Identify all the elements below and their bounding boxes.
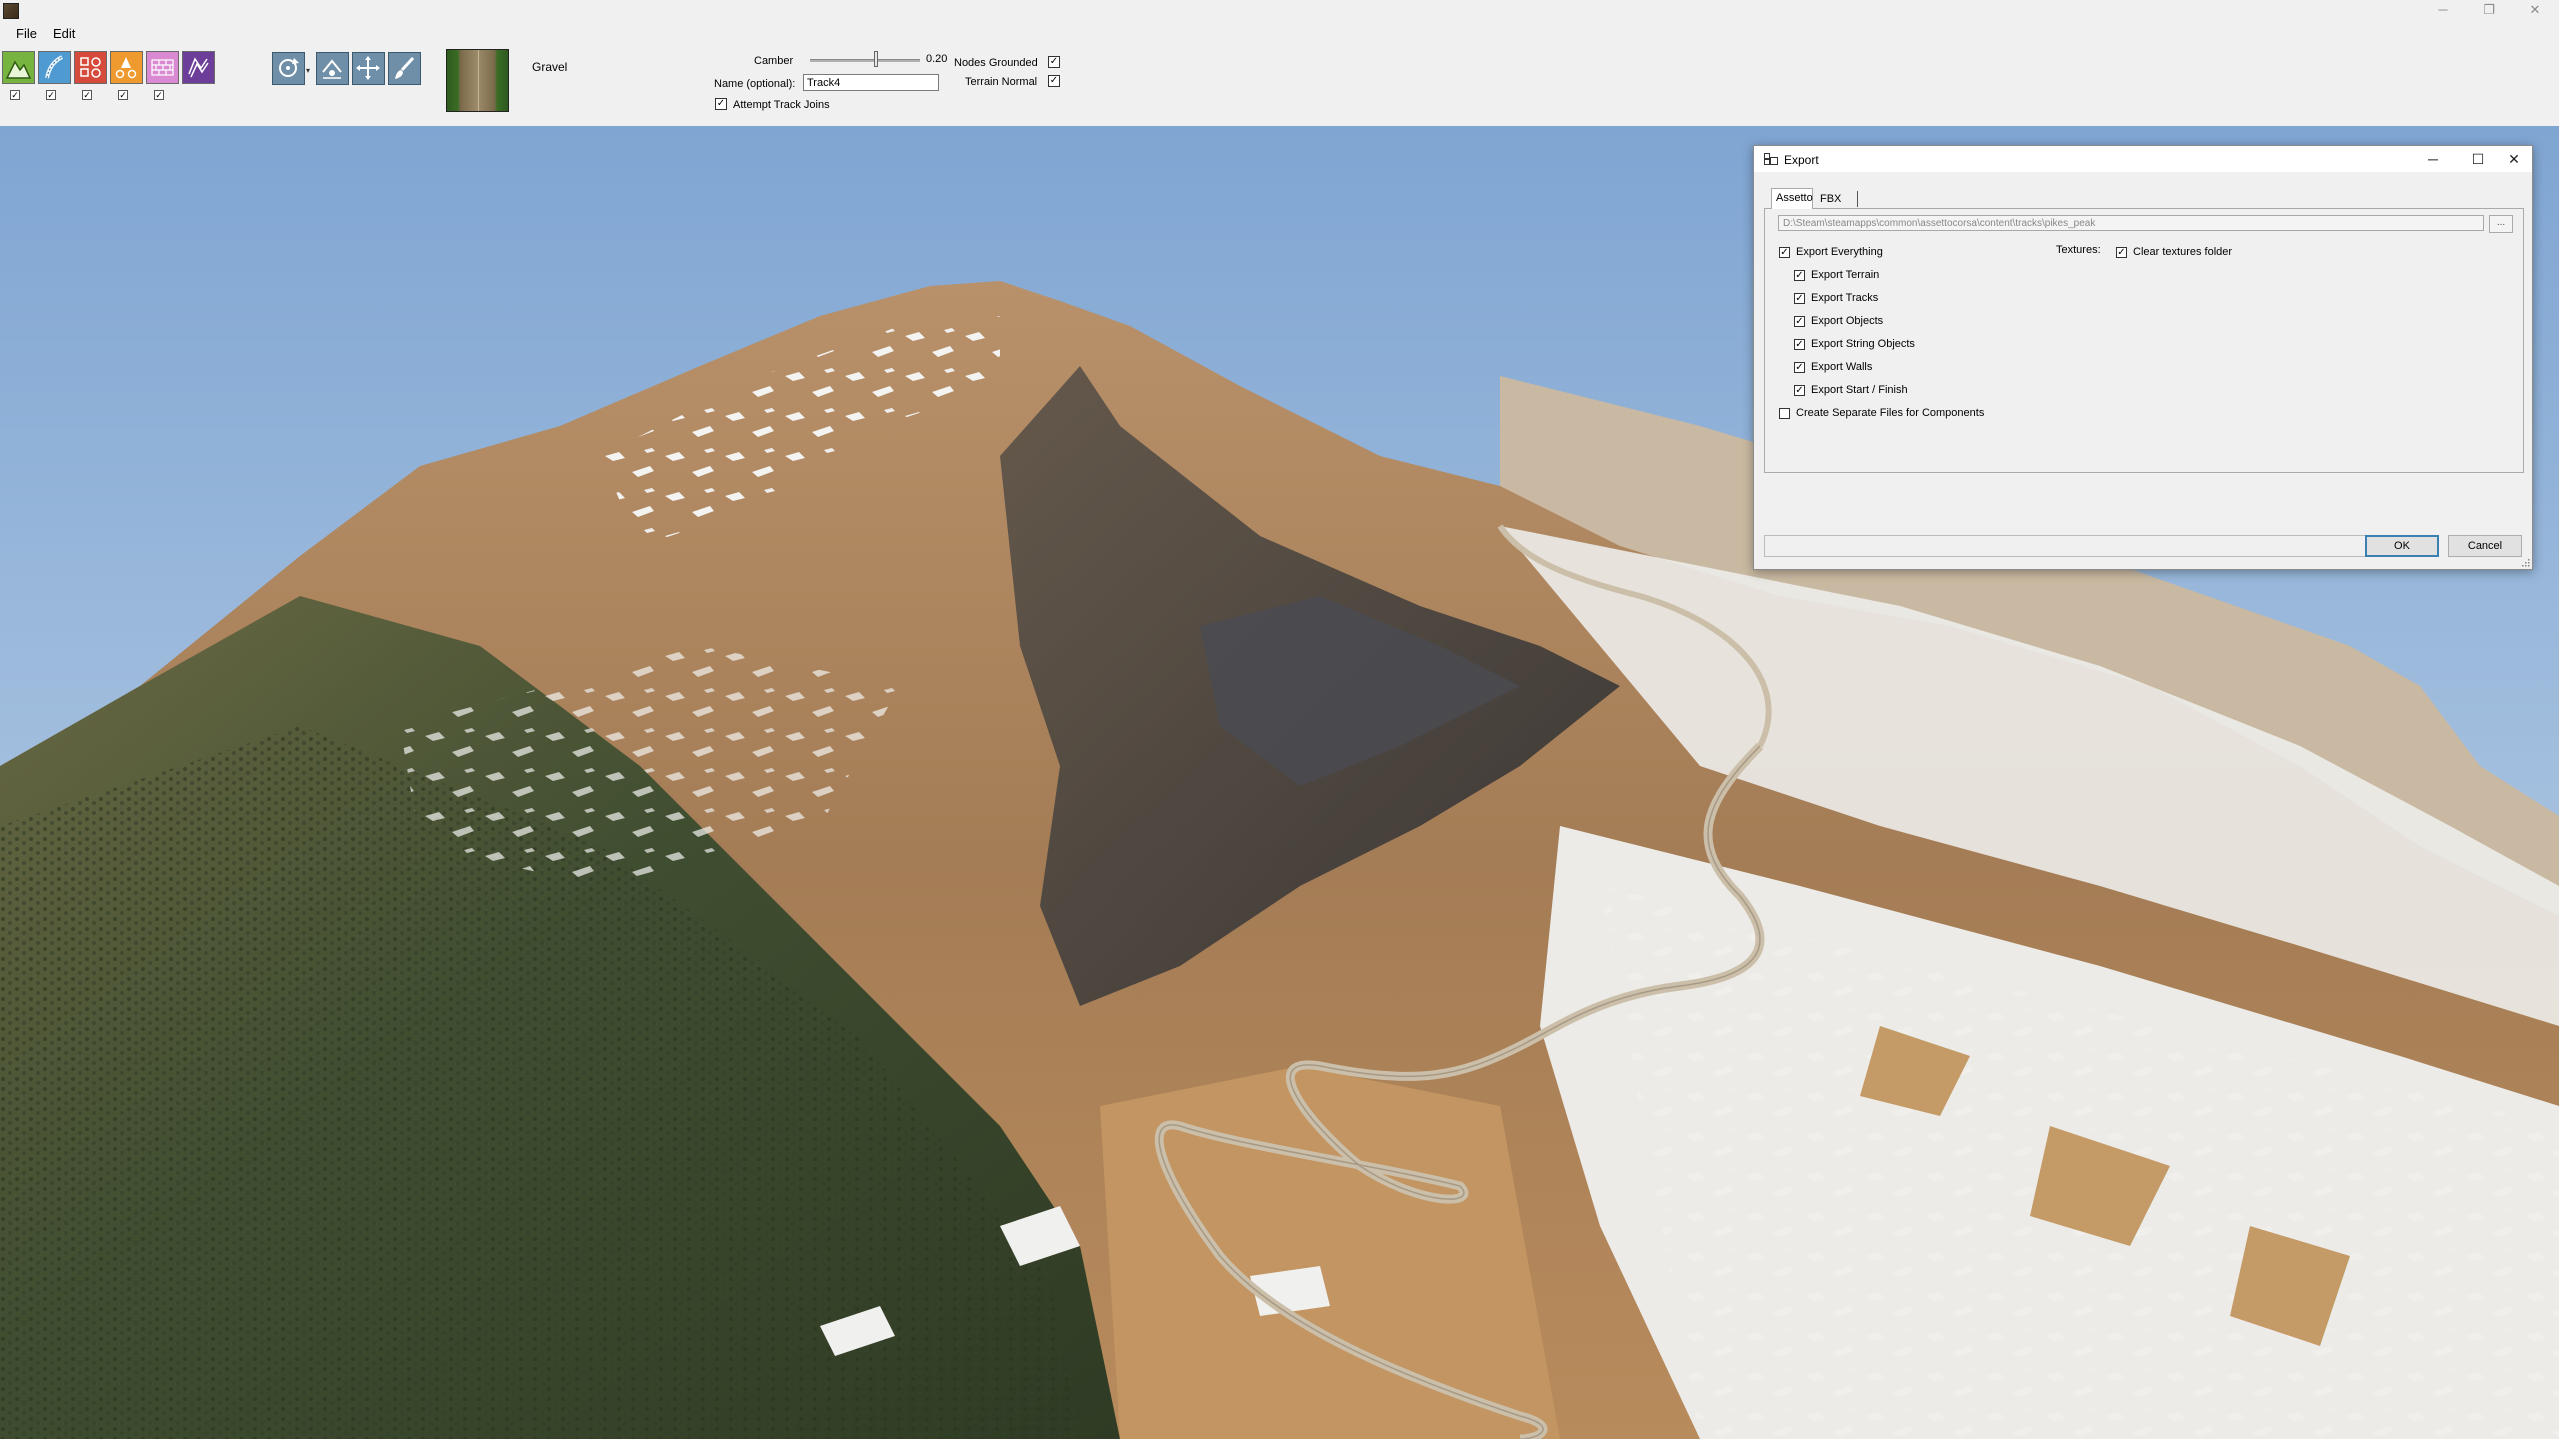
camera-dropdown-icon[interactable]: ▾ <box>306 66 310 75</box>
export-tracks-label: Export Tracks <box>1811 292 1879 304</box>
export-everything-option[interactable]: ✓ Export Everything <box>1779 245 1883 259</box>
export-terrain-checkbox[interactable]: ✓ <box>1794 269 1805 281</box>
tab-separator <box>1857 191 1858 207</box>
export-tracks-option[interactable]: ✓ Export Tracks <box>1794 291 1878 305</box>
export-objects-checkbox[interactable]: ✓ <box>1794 315 1805 327</box>
nodes-grounded-checkbox[interactable]: ✓ <box>1048 56 1060 68</box>
export-everything-label: Export Everything <box>1796 246 1883 258</box>
fly-camera-button[interactable] <box>316 52 349 85</box>
cancel-button[interactable]: Cancel <box>2448 535 2522 557</box>
camber-slider-track[interactable] <box>810 59 920 62</box>
clear-textures-label: Clear textures folder <box>2133 246 2233 258</box>
attempt-track-joins-label: Attempt Track Joins <box>733 99 830 111</box>
orbit-camera-icon <box>279 58 299 77</box>
camber-slider-thumb[interactable] <box>874 51 878 67</box>
export-walls-checkbox[interactable]: ✓ <box>1794 361 1805 373</box>
walls-tool-button[interactable] <box>146 51 179 84</box>
minimize-button[interactable]: ─ <box>2420 0 2466 22</box>
export-everything-checkbox[interactable]: ✓ <box>1779 246 1790 258</box>
move-camera-button[interactable] <box>352 52 385 85</box>
export-walls-label: Export Walls <box>1811 361 1873 373</box>
textures-label: Textures: <box>2056 244 2101 256</box>
cones-visible-checkbox[interactable]: ✓ <box>118 90 128 100</box>
close-button[interactable]: ✕ <box>2512 0 2558 22</box>
separate-files-label: Create Separate Files for Components <box>1796 407 1985 419</box>
walls-visible-checkbox[interactable]: ✓ <box>154 90 164 100</box>
app-icon <box>3 3 19 19</box>
track-name-label: Name (optional): <box>714 78 796 90</box>
restore-button[interactable]: ❐ <box>2466 0 2512 22</box>
tab-fbx[interactable]: FBX <box>1816 190 1842 209</box>
ok-button[interactable]: OK <box>2365 535 2439 557</box>
terrain-icon <box>5 60 32 79</box>
export-terrain-label: Export Terrain <box>1811 269 1880 281</box>
attempt-track-joins-checkbox[interactable]: ✓ <box>715 98 727 110</box>
export-path-input[interactable] <box>1778 215 2484 231</box>
paint-button[interactable] <box>388 52 421 85</box>
separate-files-checkbox[interactable] <box>1779 407 1790 419</box>
terrain-tool-button[interactable] <box>2 51 35 84</box>
road-visible-checkbox[interactable]: ✓ <box>46 90 56 100</box>
export-start-finish-option[interactable]: ✓ Export Start / Finish <box>1794 383 1908 397</box>
terrain-normal-label: Terrain Normal <box>965 76 1038 88</box>
terrain-visible-checkbox[interactable]: ✓ <box>10 90 20 100</box>
export-dialog-title: Export <box>1784 153 1819 167</box>
export-terrain-option[interactable]: ✓ Export Terrain <box>1794 268 1879 282</box>
fly-camera-icon <box>322 59 342 79</box>
menu-edit[interactable]: Edit <box>53 26 75 41</box>
export-dialog-title-bar[interactable]: Export ─ ☐ ✕ <box>1754 146 2532 172</box>
separate-files-option[interactable]: Create Separate Files for Components <box>1779 406 1984 420</box>
export-maximize-button[interactable]: ☐ <box>2464 149 2492 169</box>
export-dialog: Export ─ ☐ ✕ Assetto FBX ... ✓ Export Ev… <box>1753 145 2533 570</box>
menu-bar: File Edit <box>0 22 2559 44</box>
export-tracks-checkbox[interactable]: ✓ <box>1794 292 1805 304</box>
nodes-grounded-label: Nodes Grounded <box>954 57 1038 69</box>
export-close-button[interactable]: ✕ <box>2500 149 2528 169</box>
export-status-bar <box>1764 535 2370 557</box>
tab-assetto[interactable]: Assetto <box>1771 188 1813 209</box>
export-walls-option[interactable]: ✓ Export Walls <box>1794 360 1872 374</box>
road-texture-thumbnail[interactable] <box>446 49 509 112</box>
export-minimize-button[interactable]: ─ <box>2419 149 2447 169</box>
texture-name-label: Gravel <box>532 60 568 74</box>
resize-grip-icon[interactable] <box>2520 557 2530 567</box>
walls-icon <box>151 59 174 76</box>
camber-label: Camber <box>754 55 794 67</box>
objects-icon <box>80 57 101 78</box>
move-camera-icon <box>356 56 380 80</box>
track-name-input[interactable] <box>803 74 939 91</box>
cones-icon <box>115 57 137 79</box>
export-objects-label: Export Objects <box>1811 315 1884 327</box>
toolbar: ✓ ✓ ✓ ✓ ✓ ▾ Gravel Camber 0.20 Name (opt… <box>0 44 2559 126</box>
cones-tool-button[interactable] <box>110 51 143 84</box>
export-start-finish-label: Export Start / Finish <box>1811 384 1908 396</box>
road-tool-button[interactable] <box>38 51 71 84</box>
app-title-bar: ─ ❐ ✕ <box>0 0 2559 22</box>
camber-value: 0.20 <box>926 53 948 65</box>
orbit-camera-button[interactable] <box>272 52 305 85</box>
export-string-objects-option[interactable]: ✓ Export String Objects <box>1794 337 1915 351</box>
terrain-normal-checkbox[interactable]: ✓ <box>1048 75 1060 87</box>
export-objects-option[interactable]: ✓ Export Objects <box>1794 314 1883 328</box>
paint-brush-icon <box>395 56 415 79</box>
objects-tool-button[interactable] <box>74 51 107 84</box>
menu-file[interactable]: File <box>16 26 37 41</box>
road-brush-icon <box>45 55 64 79</box>
export-window-icon <box>1764 153 1778 165</box>
export-string-objects-label: Export String Objects <box>1811 338 1915 350</box>
start-finish-icon <box>188 57 209 78</box>
export-start-finish-checkbox[interactable]: ✓ <box>1794 384 1805 396</box>
start-finish-tool-button[interactable] <box>182 51 215 84</box>
clear-textures-checkbox[interactable]: ✓ <box>2116 246 2127 258</box>
export-string-objects-checkbox[interactable]: ✓ <box>1794 338 1805 350</box>
browse-button[interactable]: ... <box>2489 215 2513 233</box>
objects-visible-checkbox[interactable]: ✓ <box>82 90 92 100</box>
clear-textures-option[interactable]: ✓ Clear textures folder <box>2116 245 2232 259</box>
